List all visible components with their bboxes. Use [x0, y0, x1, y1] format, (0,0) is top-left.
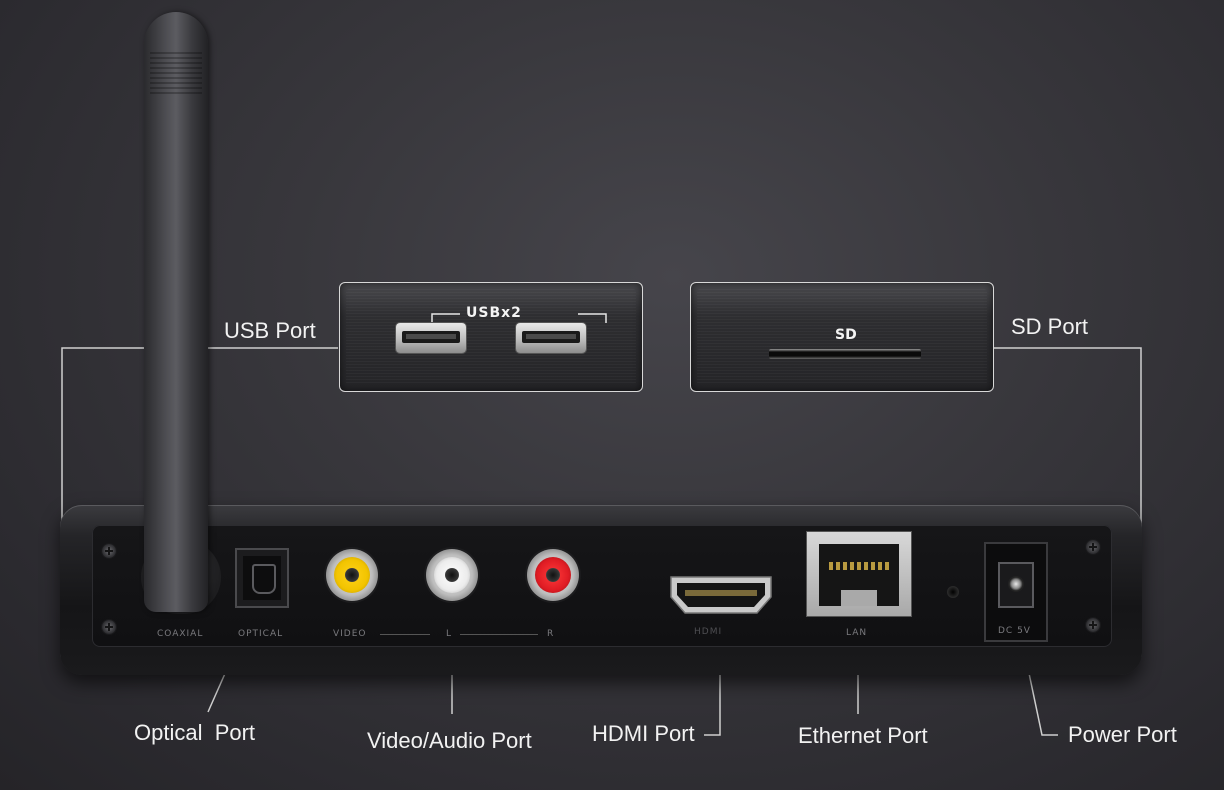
screw-icon [1086, 540, 1100, 554]
ethernet-port-label: Ethernet Port [798, 723, 928, 748]
marking-coaxial: COAXIAL [157, 629, 204, 639]
usb-caption: USBx2 [466, 305, 522, 321]
marking-right: R [547, 629, 555, 639]
screw-icon [102, 544, 116, 558]
ethernet-port [807, 532, 911, 616]
usb-port-label: USB Port [224, 318, 316, 343]
sd-card-slot [769, 349, 921, 359]
rca-audio-right-jack [527, 549, 579, 601]
optical-port-label: Optical Port [134, 720, 256, 745]
rca-audio-left-jack [426, 549, 478, 601]
wifi-antenna [144, 12, 208, 612]
marking-divider [380, 634, 430, 635]
screw-icon [102, 620, 116, 634]
sd-caption: SD [835, 327, 857, 343]
hdmi-port-label: HDMI Port [592, 721, 695, 746]
reset-hole [947, 586, 959, 598]
usb-port-2 [516, 323, 586, 353]
marking-left: L [446, 629, 453, 639]
marking-divider [460, 634, 538, 635]
marking-dc: DC 5V [998, 626, 1031, 636]
power-port-label: Power Port [1068, 722, 1177, 747]
marking-hdmi: HDMI [694, 627, 723, 637]
hdmi-port [670, 576, 772, 614]
marking-lan: LAN [846, 628, 868, 638]
optical-port [237, 550, 287, 606]
usb-port-1 [396, 323, 466, 353]
screw-icon [1086, 618, 1100, 632]
usb-zoom-panel: USBx2 [339, 282, 643, 392]
rca-video-jack [326, 549, 378, 601]
video-audio-port-label: Video/Audio Port [367, 728, 532, 753]
marking-video: VIDEO [333, 629, 367, 639]
sd-port-label: SD Port [1011, 314, 1089, 339]
sd-zoom-panel: SD [690, 282, 994, 392]
marking-optical: OPTICAL [238, 629, 284, 639]
